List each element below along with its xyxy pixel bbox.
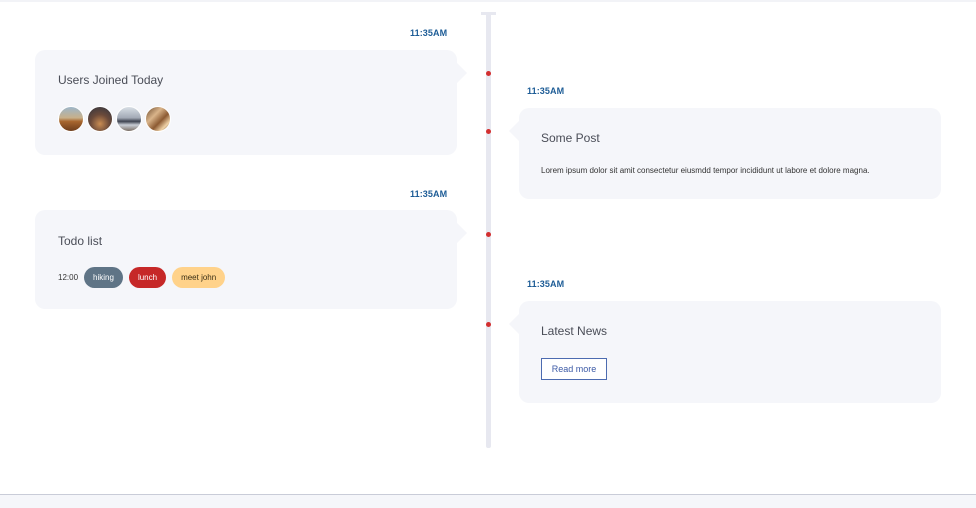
read-more-button[interactable]: Read more: [541, 358, 607, 380]
card-pointer: [457, 63, 467, 83]
timeline-dot: [486, 232, 491, 237]
timeline-dot: [486, 129, 491, 134]
tag-lunch[interactable]: lunch: [128, 267, 167, 288]
avatar[interactable]: [87, 106, 113, 132]
card-pointer: [509, 314, 519, 334]
timeline-time: 11:35AM: [527, 86, 565, 96]
timeline-dot: [486, 71, 491, 76]
tag-hiking[interactable]: hiking: [84, 267, 123, 288]
timeline-axis: [486, 12, 491, 448]
timeline-time: 11:35AM: [410, 189, 448, 199]
post-body: Lorem ipsum dolor sit amit consectetur e…: [541, 166, 870, 175]
tag-meet-john[interactable]: meet john: [172, 267, 226, 288]
timeline-time: 11:35AM: [410, 28, 448, 38]
top-border: [0, 0, 976, 2]
avatar[interactable]: [145, 106, 171, 132]
avatar-group: [58, 106, 174, 132]
bottom-bar: [0, 494, 976, 508]
card-pointer: [457, 223, 467, 243]
timeline-card-news: Latest News Read more: [509, 301, 941, 403]
card-pointer: [509, 121, 519, 141]
timeline-card-todo: Todo list 12:00 hiking lunch meet john: [35, 210, 467, 309]
timeline-axis-cap: [481, 12, 496, 15]
todo-row: 12:00 hiking lunch meet john: [58, 267, 231, 288]
timeline-card-post: Some Post Lorem ipsum dolor sit amit con…: [509, 108, 941, 199]
timeline-time: 11:35AM: [527, 279, 565, 289]
card-title: Some Post: [541, 131, 600, 145]
timeline-dot: [486, 322, 491, 327]
avatar[interactable]: [58, 106, 84, 132]
card-title: Todo list: [58, 234, 103, 248]
avatar[interactable]: [116, 106, 142, 132]
card-title: Latest News: [541, 324, 608, 338]
card-title: Users Joined Today: [58, 73, 164, 87]
todo-time: 12:00: [58, 273, 79, 282]
timeline-card-users: Users Joined Today: [35, 50, 467, 155]
